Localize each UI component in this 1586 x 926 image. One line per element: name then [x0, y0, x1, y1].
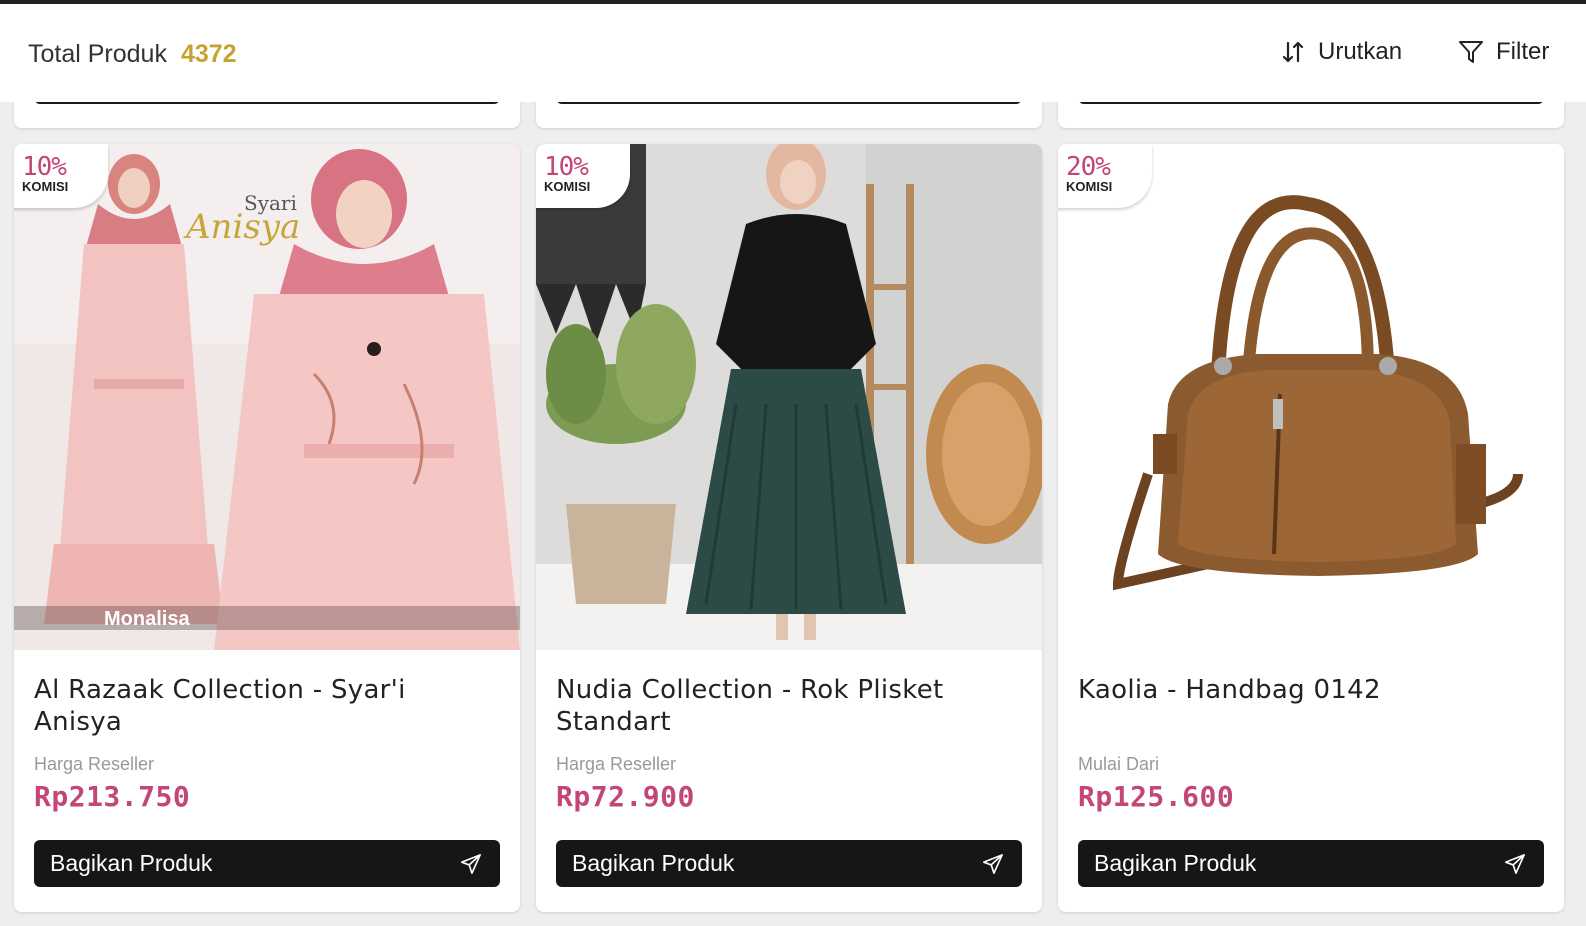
filter-button[interactable]: Filter	[1458, 38, 1549, 66]
product-image[interactable]	[536, 144, 1042, 650]
commission-percent: 10%	[22, 152, 67, 182]
total-label: Total Produk	[28, 40, 167, 68]
image-caption: Monalisa	[104, 608, 190, 630]
price-label: Harga Reseller	[556, 754, 677, 774]
send-icon	[1505, 853, 1525, 874]
commission-label: KOMISI	[22, 179, 69, 194]
send-icon	[983, 853, 1003, 874]
commission-badge: 10% KOMISI	[14, 144, 108, 208]
product-title[interactable]: Al Razaak Collection - Syar'i Anisya	[34, 674, 494, 738]
commission-badge: 20% KOMISI	[1058, 144, 1152, 208]
share-label: Bagikan Produk	[572, 850, 735, 876]
sort-label: Urutkan	[1318, 38, 1403, 65]
price-label: Mulai Dari	[1078, 754, 1160, 774]
product-title[interactable]: Nudia Collection - Rok Plisket Standart	[556, 674, 1016, 738]
image-brand: Anisya	[183, 207, 300, 247]
commission-badge: 10% KOMISI	[536, 144, 630, 208]
sort-icon	[1282, 41, 1304, 63]
filter-icon	[1459, 41, 1483, 63]
share-product-button[interactable]: Bagikan Produk	[34, 840, 500, 887]
send-icon	[461, 853, 481, 874]
product-price: Rp125.600	[1078, 780, 1235, 813]
share-label: Bagikan Produk	[50, 850, 213, 876]
product-card[interactable]: 10% KOMISI Nudia Collection - Rok Pliske…	[536, 144, 1042, 912]
total-products: Total Produk 4372	[28, 40, 237, 69]
product-price: Rp72.900	[556, 780, 695, 813]
product-card[interactable]: Syari Anisya Monalisa 10% KOMISI Al Raza…	[14, 144, 520, 912]
commission-label: KOMISI	[1066, 179, 1113, 194]
product-list-header: Total Produk 4372 Urutkan Filter	[0, 4, 1586, 102]
share-product-button[interactable]: Bagikan Produk	[1078, 840, 1544, 887]
commission-percent: 20%	[1066, 152, 1111, 182]
share-product-button[interactable]: Bagikan Produk	[556, 840, 1022, 887]
total-count: 4372	[180, 40, 237, 68]
share-label: Bagikan Produk	[1094, 850, 1257, 876]
product-card[interactable]: 20% KOMISI Kaolia - Handbag 0142 Mulai D…	[1058, 144, 1564, 912]
commission-percent: 10%	[544, 152, 589, 182]
filter-label: Filter	[1496, 38, 1550, 65]
product-price: Rp213.750	[34, 780, 191, 813]
product-title[interactable]: Kaolia - Handbag 0142	[1078, 674, 1538, 706]
product-image[interactable]: Syari Anisya Monalisa	[14, 144, 520, 650]
commission-label: KOMISI	[544, 179, 591, 194]
sort-button[interactable]: Urutkan	[1280, 38, 1402, 66]
product-image[interactable]	[1058, 144, 1564, 650]
price-label: Harga Reseller	[34, 754, 155, 774]
